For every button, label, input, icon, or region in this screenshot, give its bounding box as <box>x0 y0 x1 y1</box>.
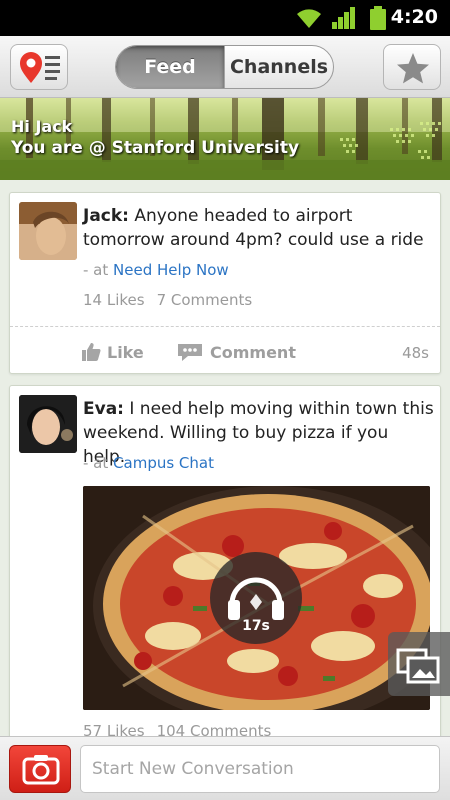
signal-icon <box>332 7 355 29</box>
post-author[interactable]: Jack: <box>83 206 129 226</box>
avatar[interactable] <box>19 395 77 453</box>
camera-icon <box>22 755 60 785</box>
post-card: Eva: I need help moving within town this… <box>9 385 441 736</box>
post-author[interactable]: Eva: <box>83 399 124 419</box>
channel-prefix: - at <box>83 454 109 472</box>
current-location-text: You are @ Stanford University <box>11 138 300 158</box>
post-age: 48s <box>402 344 429 362</box>
status-bar: 4:20 <box>0 0 450 36</box>
location-menu-button[interactable] <box>10 44 68 90</box>
compose-bar: Start New Conversation <box>0 736 450 800</box>
gallery-icon <box>396 648 440 684</box>
app-header: Feed Channels <box>0 36 450 98</box>
star-icon <box>397 53 429 84</box>
comments-count[interactable]: 104 Comments <box>157 722 272 736</box>
channel-link[interactable]: Need Help Now <box>113 261 229 279</box>
post-stats: 57 Likes 104 Comments <box>83 722 271 736</box>
channel-prefix: - at <box>83 261 109 279</box>
favorites-button[interactable] <box>383 44 441 90</box>
post-body: Jack: Anyone headed to airport tomorrow … <box>83 204 435 252</box>
new-conversation-input[interactable]: Start New Conversation <box>80 745 440 793</box>
clock: 4:20 <box>390 6 438 28</box>
location-menu-icon <box>20 52 60 83</box>
gallery-button[interactable] <box>388 632 450 696</box>
divider <box>10 326 440 327</box>
channel-link[interactable]: Campus Chat <box>113 454 214 472</box>
feed-list[interactable]: Jack: Anyone headed to airport tomorrow … <box>0 180 450 736</box>
audio-play-button[interactable]: 17s <box>210 552 302 644</box>
like-button[interactable]: Like <box>81 342 144 362</box>
thumbs-up-icon <box>82 343 101 361</box>
comment-label: Comment <box>210 342 296 362</box>
tab-feed[interactable]: Feed <box>116 46 224 88</box>
likes-count[interactable]: 14 Likes <box>83 291 145 309</box>
like-label: Like <box>107 342 144 362</box>
avatar[interactable] <box>19 202 77 260</box>
post-channel: - at Need Help Now <box>83 261 229 279</box>
likes-count[interactable]: 57 Likes <box>83 722 145 736</box>
camera-button[interactable] <box>9 745 71 793</box>
audio-duration: 17s <box>242 618 270 634</box>
feed-channels-toggle: Feed Channels <box>115 45 334 89</box>
comments-count[interactable]: 7 Comments <box>157 291 253 309</box>
post-message: Anyone headed to airport tomorrow around… <box>83 206 424 250</box>
comment-button[interactable]: Comment <box>176 342 296 362</box>
wifi-icon <box>297 9 321 28</box>
post-stats: 14 Likes 7 Comments <box>83 291 252 309</box>
greeting-text: Hi Jack <box>11 117 73 136</box>
location-banner: Hi Jack You are @ Stanford University <box>0 98 450 180</box>
post-channel: - at Campus Chat <box>83 454 214 472</box>
post-photo[interactable]: 17s <box>83 486 430 710</box>
battery-icon <box>370 6 386 30</box>
post-card: Jack: Anyone headed to airport tomorrow … <box>9 192 441 374</box>
tab-channels[interactable]: Channels <box>224 46 333 88</box>
speech-bubble-icon <box>178 344 202 361</box>
